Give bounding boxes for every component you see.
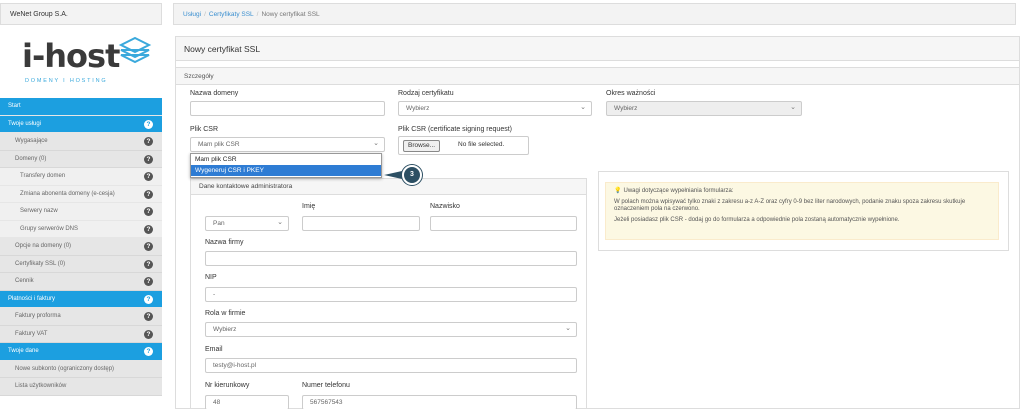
domain-input[interactable] [190,101,385,116]
sidebar-item-lista-uzytkownikow[interactable]: Lista użytkowników [0,378,162,396]
validity-select[interactable]: Wybierz [606,101,802,116]
step-badge: 3 [402,165,422,185]
phone-input[interactable]: 567567543 [302,395,577,409]
last-name-input[interactable] [430,216,577,231]
company-label: Nazwa firmy [205,239,244,246]
help-icon[interactable]: ? [144,312,153,321]
sidebar-item-faktury-proforma[interactable]: Faktury proforma? [0,308,162,326]
csr-select[interactable]: Mam plik CSR [190,137,385,152]
step-badge-pointer [384,171,402,179]
note-line-1: W polach można wpisywać tylko znaki z za… [614,199,966,212]
logo-cube-icon [118,36,152,64]
browse-button[interactable]: Browse... [403,140,441,152]
sidebar-item-platnosci[interactable]: Płatności i faktury? [0,290,162,308]
company-input[interactable] [205,251,577,266]
cert-type-select[interactable]: Wybierz [398,101,592,116]
no-file-text: No file selected. [458,141,505,148]
nip-label: NIP [205,274,217,281]
sidebar-item-start[interactable]: Start [0,98,162,116]
nip-input[interactable]: - [205,287,577,302]
page-title: Nowy certyfikat SSL [176,37,1019,61]
help-icon[interactable]: ? [144,119,153,129]
first-name-label: Imię [302,203,316,210]
logo[interactable]: i-host DOMENY I HOSTING [22,36,152,88]
admin-section-title: Dane kontaktowe administratora [191,179,586,195]
email-input[interactable]: testy@i-host.pl [205,358,577,373]
sidebar-item-certyfikaty-ssl[interactable]: Certyfikaty SSL (0)? [0,255,162,273]
csr-file-input[interactable]: Browse... No file selected. [398,136,529,155]
help-icon[interactable]: ? [144,242,153,251]
section-title: Szczegóły [176,67,1019,85]
help-icon[interactable]: ? [144,329,153,339]
sidebar-item-transfery-domen[interactable]: Transfery domen? [0,168,162,186]
email-label: Email [205,346,223,353]
dropdown-option-wygeneruj[interactable]: Wygeneruj CSR i PKEY [191,165,381,176]
sidebar: WeNet Group S.A. i-host DOMENY I HOSTING… [0,0,162,409]
help-icon[interactable]: ? [144,294,153,304]
logo-text: i-host [22,37,120,75]
domain-label: Nazwa domeny [190,90,239,97]
lightbulb-icon: 💡 [614,188,622,194]
sidebar-menu: Start Twoje usługi? Wygasające? Domeny (… [0,98,162,396]
company-name: WeNet Group S.A. [0,3,162,25]
form-notes: 💡 Uwagi dotyczące wypełniania formularza:… [605,182,999,240]
csr-dropdown-list: Mam plik CSR Wygeneruj CSR i PKEY [190,153,382,178]
sidebar-item-grupy-dns[interactable]: Grupy serwerów DNS? [0,220,162,238]
logo-subtitle: DOMENY I HOSTING [25,78,108,84]
sidebar-item-cennik[interactable]: Cennik? [0,273,162,291]
last-name-label: Nazwisko [430,203,460,210]
breadcrumb-link-uslugi[interactable]: Usługi [183,11,201,18]
help-icon[interactable]: ? [144,259,153,269]
sidebar-item-opcje-na-domeny[interactable]: Opcje na domeny (0)? [0,238,162,256]
sidebar-item-twoje-dane[interactable]: Twoje dane? [0,343,162,361]
phone-label: Numer telefonu [302,382,350,389]
help-icon[interactable]: ? [144,137,153,146]
note-title: Uwagi dotyczące wypełniania formularza: [623,188,734,194]
csr-file-label: Plik CSR (certificate signing request) [398,126,512,133]
first-name-input[interactable] [302,216,420,231]
help-icon[interactable]: ? [144,347,153,356]
sidebar-item-wygasajace[interactable]: Wygasające? [0,133,162,151]
role-select[interactable]: Wybierz [205,322,577,337]
breadcrumb-link-certyfikaty[interactable]: Certyfikaty SSL [209,11,254,18]
role-label: Rola w firmie [205,310,246,317]
area-code-input[interactable]: 48 [205,395,289,409]
validity-label: Okres ważności [606,90,656,97]
help-icon[interactable]: ? [144,172,153,181]
csr-label: Plik CSR [190,126,219,133]
help-icon[interactable]: ? [144,189,153,199]
dropdown-option-mam-plik[interactable]: Mam plik CSR [191,154,381,165]
help-icon[interactable]: ? [144,154,153,164]
sidebar-item-faktury-vat[interactable]: Faktury VAT? [0,325,162,343]
cert-type-label: Rodzaj certyfikatu [398,90,454,97]
sidebar-item-domeny[interactable]: Domeny (0)? [0,150,162,168]
salutation-select[interactable]: Pan [205,216,289,231]
breadcrumb-current: Nowy certyfikat SSL [261,11,320,18]
note-line-2: Jeżeli posiadasz plik CSR - dodaj go do … [614,217,900,223]
sidebar-item-nowe-subkonto[interactable]: Nowe subkonto (ograniczony dostęp) [0,360,162,378]
sidebar-item-twoje-uslugi[interactable]: Twoje usługi? [0,115,162,133]
help-icon[interactable]: ? [144,277,153,286]
area-code-label: Nr kierunkowy [205,382,250,389]
sidebar-item-serwery-nazw[interactable]: Serwery nazw? [0,203,162,221]
help-icon[interactable]: ? [144,207,153,216]
sidebar-item-zmiana-abonenta[interactable]: Zmiana abonenta domeny (e-cesja)? [0,185,162,203]
help-icon[interactable]: ? [144,224,153,234]
breadcrumb: Usługi / Certyfikaty SSL / Nowy certyfikat S… [173,3,1016,25]
